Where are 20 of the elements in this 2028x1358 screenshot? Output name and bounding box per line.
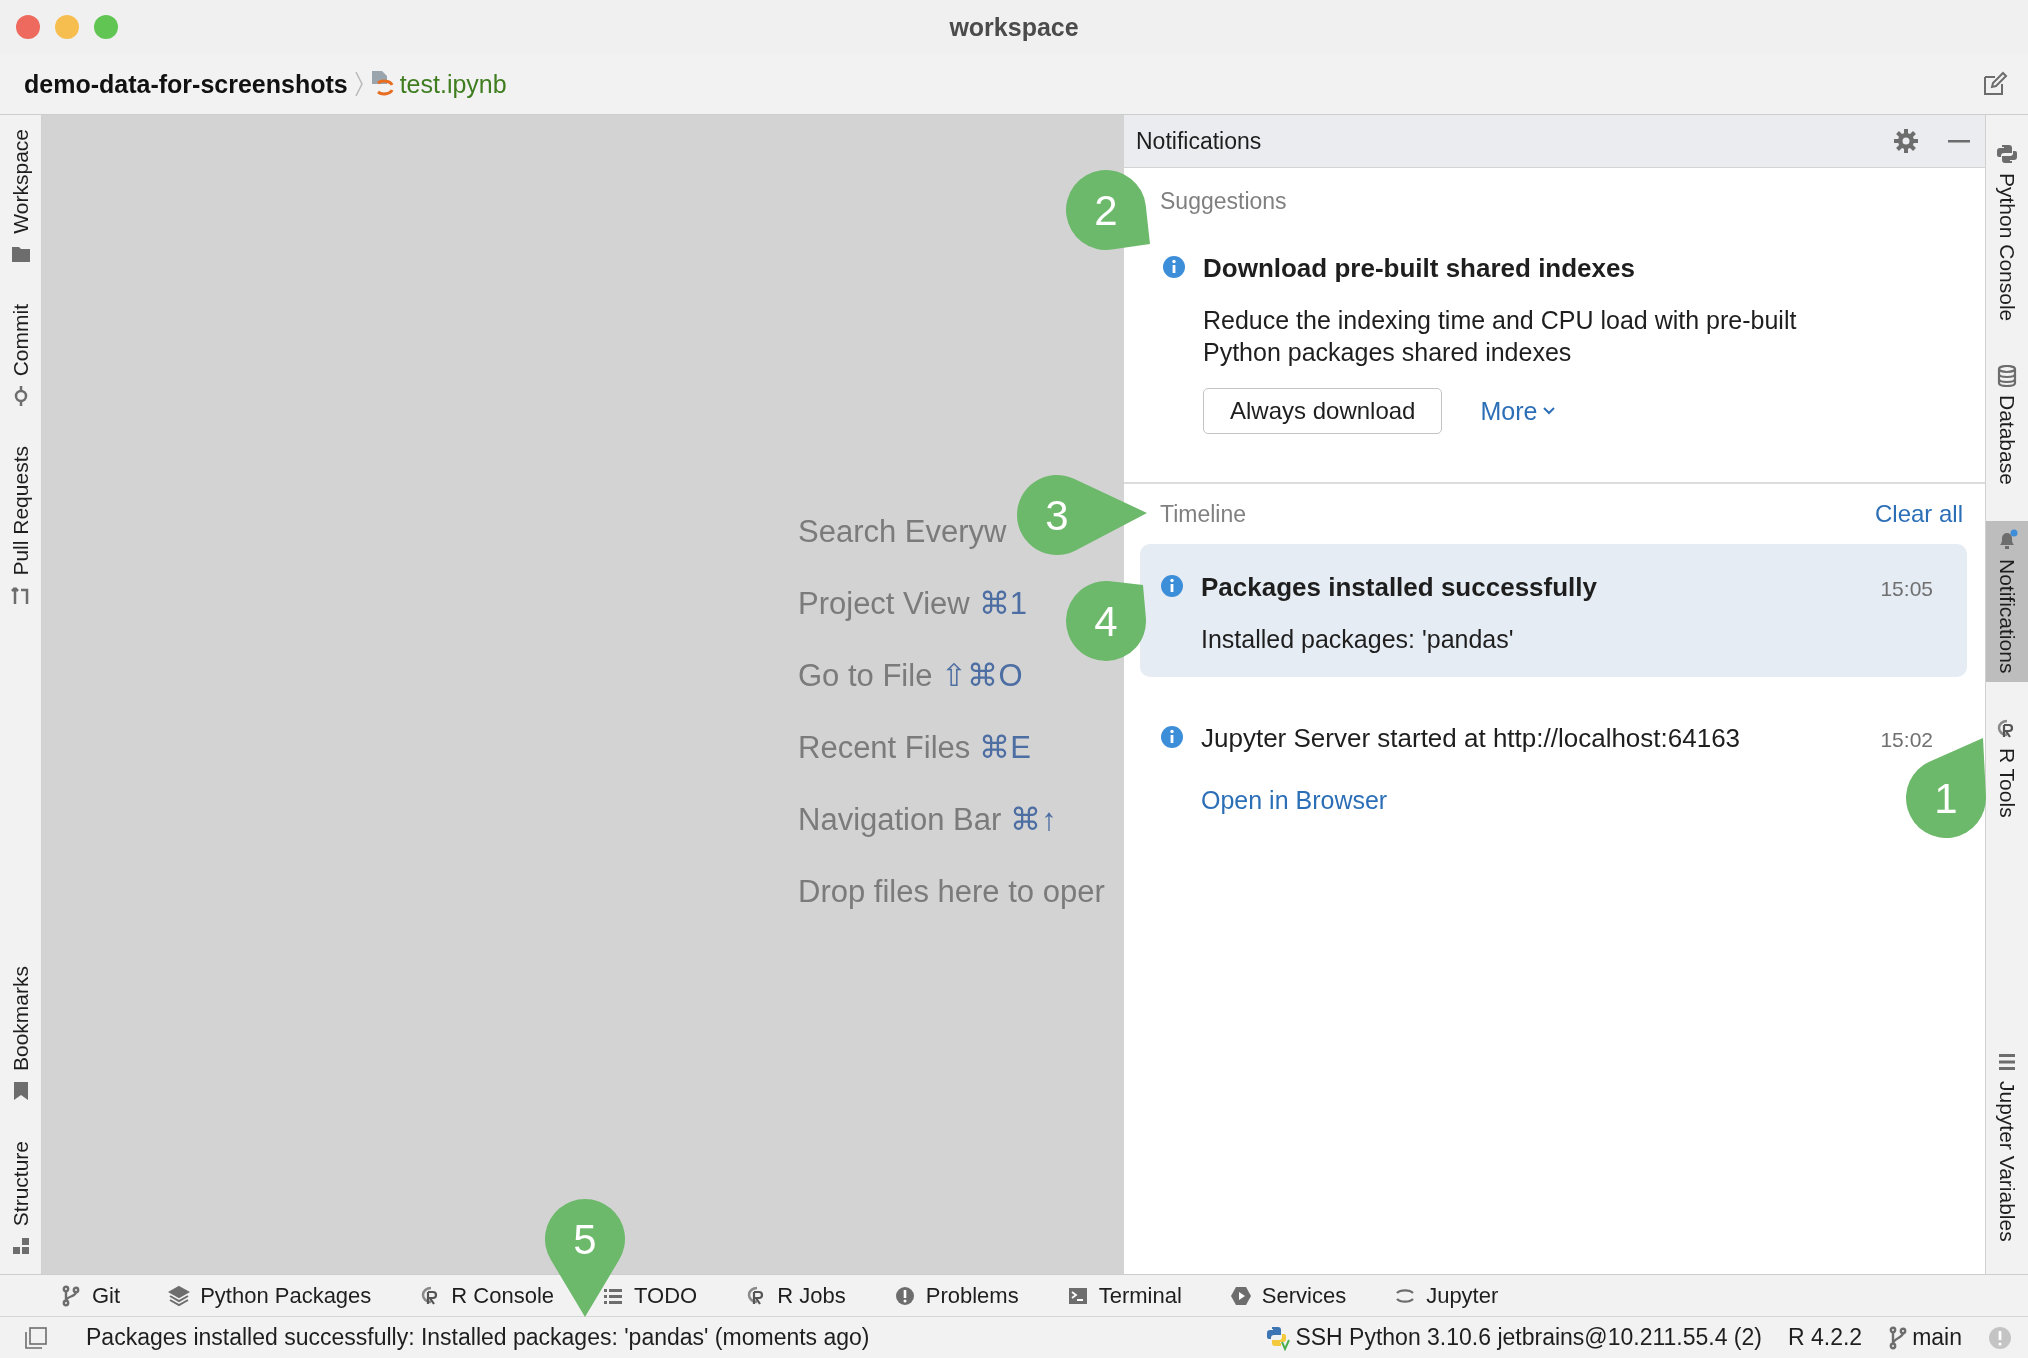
notification-title: Download pre-built shared indexes — [1203, 253, 1636, 284]
notification-text: Reduce the indexing time and CPU load with pre-built Python packages shared indexes — [1203, 305, 1798, 368]
section-heading: Timeline — [1160, 500, 1247, 528]
section-heading: Suggestions — [1160, 188, 1288, 215]
notification-time: 15:02 — [1880, 728, 1933, 752]
shortcut-hint: Project View ⌘1 — [798, 585, 1027, 623]
panel-title: Notifications — [1136, 127, 1262, 155]
shortcut-hint: Navigation Bar ⌘↑ — [798, 801, 1057, 839]
shortcut-hint: Drop files here to oper — [798, 873, 1105, 911]
shortcut-hint: Go to File ⇧⌘O — [798, 657, 1023, 695]
callout-tooltip: 2 — [1066, 170, 1150, 250]
notification-title: Jupyter Server started at http://localhost:64163 — [1201, 723, 1741, 754]
window-title: workspace — [949, 12, 1079, 42]
callout-tooltip: 4 — [1066, 581, 1146, 661]
callout-tooltip: 3 — [1017, 475, 1147, 555]
notification-text: Installed packages: 'pandas' — [1201, 624, 1515, 655]
notification-title: Packages installed successfully — [1201, 572, 1597, 603]
shortcut-hint: Recent Files ⌘E — [798, 729, 1031, 767]
shortcut-hint: Search Everyw — [798, 513, 1007, 551]
notification-time: 15:05 — [1880, 577, 1933, 601]
